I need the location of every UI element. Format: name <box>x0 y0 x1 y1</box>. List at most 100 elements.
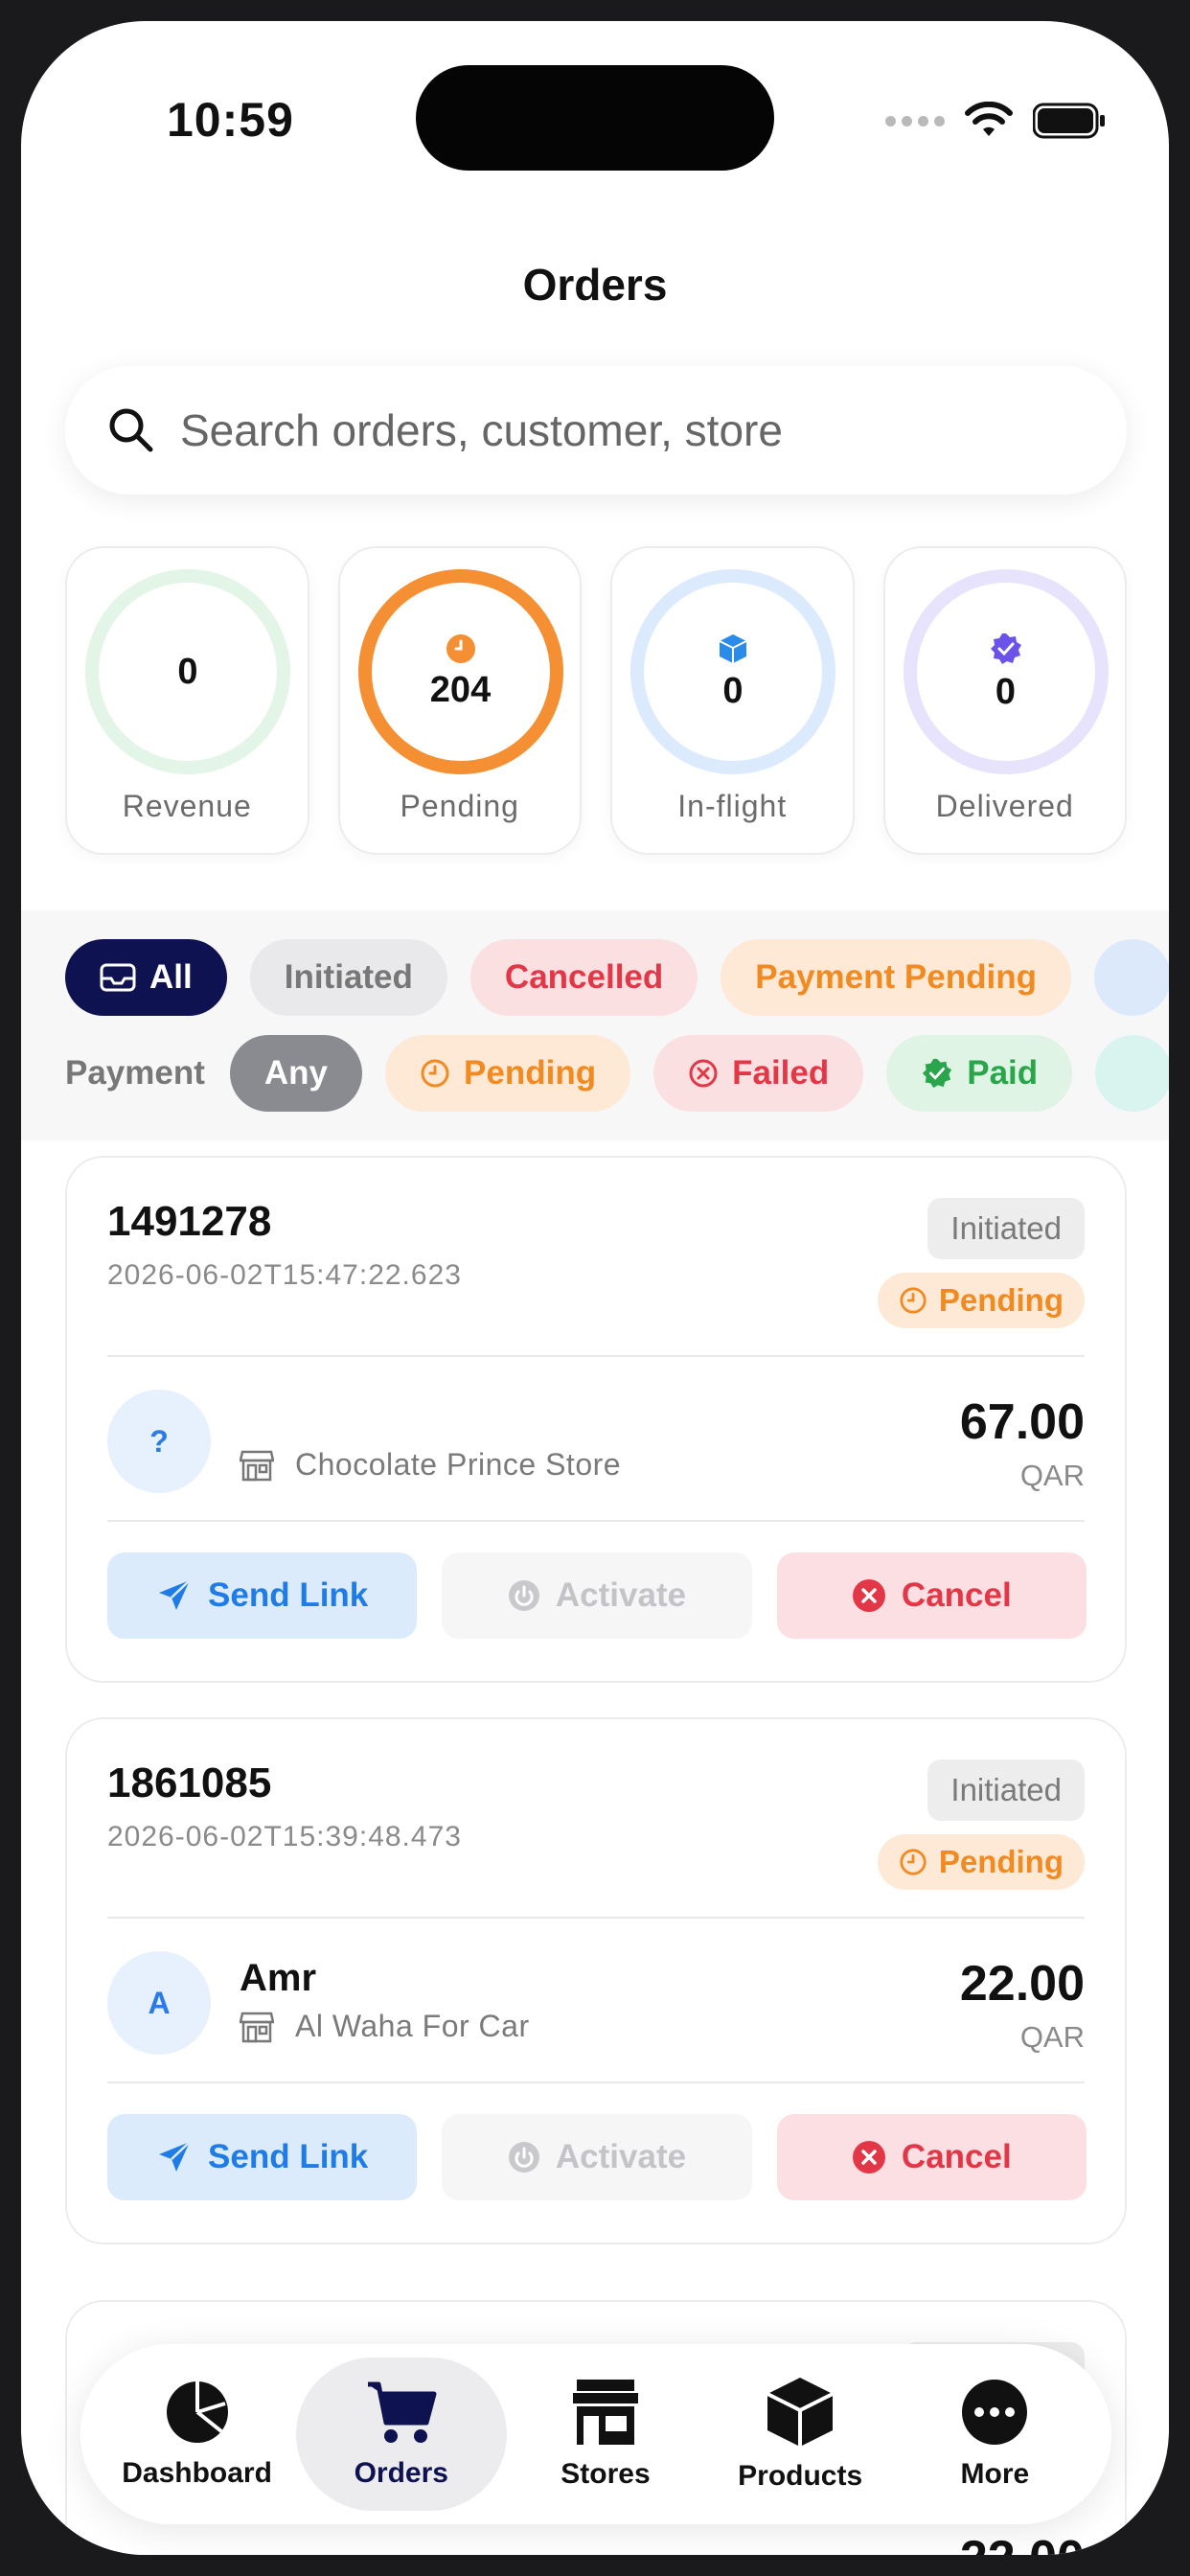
x-circle-icon <box>852 1579 885 1612</box>
filter-chip-payment-pending[interactable]: Payment Pending <box>721 939 1071 1016</box>
stat-card-revenue[interactable]: 0 Revenue <box>65 546 309 855</box>
verified-badge-icon <box>923 1058 952 1089</box>
order-actions: Send Link Activate Cancel <box>107 2114 1087 2200</box>
stat-card-pending[interactable]: 204 Pending <box>337 546 582 855</box>
search-input[interactable] <box>180 404 1042 456</box>
status-filter-row: All Initiated Cancelled Payment Pending <box>65 939 1169 1016</box>
activate-button[interactable]: Activate <box>442 1552 752 1639</box>
stat-value: 0 <box>995 671 1017 712</box>
filter-chip-more[interactable] <box>1093 939 1169 1016</box>
order-timestamp: 2026-06-02T15:39:48.473 <box>107 1821 462 1852</box>
order-currency: QAR <box>1019 2020 1085 2054</box>
tab-orders[interactable]: Orders <box>295 2358 507 2511</box>
filter-chip-all[interactable]: All <box>65 939 227 1016</box>
stats-row: 0 Revenue 204 Pending 0 In-flight 0 Deli… <box>65 546 1127 855</box>
search-icon <box>109 408 153 452</box>
store-name: Chocolate Prince Store <box>295 1447 622 1482</box>
tab-label: Dashboard <box>122 2457 272 2489</box>
order-amount: 22.00 <box>960 2530 1085 2555</box>
signal-dots-icon <box>885 115 945 126</box>
button-label: Cancel <box>901 1576 1012 1614</box>
tab-label: Orders <box>354 2457 448 2489</box>
tab-more[interactable]: More <box>899 2358 1090 2511</box>
filter-chip-cancelled[interactable]: Cancelled <box>469 939 698 1016</box>
store-line: Chocolate Prince Store <box>240 1447 621 1483</box>
order-currency: QAR <box>1019 1459 1085 1492</box>
payment-chip-pending[interactable]: Pending <box>385 1035 631 1112</box>
revenue-ring: 0 <box>85 569 290 774</box>
store-icon <box>572 2380 638 2445</box>
dynamic-island <box>416 65 774 171</box>
stat-value: 0 <box>722 670 744 711</box>
chip-label: Initiated <box>284 958 413 996</box>
order-card[interactable]: 1861085 2026-06-02T15:39:48.473 Initiate… <box>65 1717 1127 2244</box>
chip-label: Any <box>263 1054 329 1092</box>
stat-card-inflight[interactable]: 0 In-flight <box>610 546 855 855</box>
tab-stores[interactable]: Stores <box>510 2358 701 2511</box>
store-icon <box>240 2012 274 2042</box>
order-id: 1491278 <box>107 1198 272 1245</box>
paper-plane-icon <box>159 1579 191 1610</box>
pie-chart-icon <box>166 2381 228 2443</box>
payment-chip-paid[interactable]: Paid <box>886 1035 1073 1112</box>
send-link-button[interactable]: Send Link <box>107 2114 418 2200</box>
store-line: Al Waha For Car <box>240 2009 530 2044</box>
send-link-button[interactable]: Send Link <box>107 1552 418 1639</box>
paper-plane-icon <box>159 2141 191 2172</box>
tab-dashboard[interactable]: Dashboard <box>102 2358 293 2511</box>
clock-icon <box>421 1059 449 1088</box>
chip-label: Paid <box>967 1054 1039 1092</box>
stat-label: Pending <box>400 789 519 823</box>
order-amount: 22.00 <box>959 1956 1085 2012</box>
payment-chip-more[interactable] <box>1095 1035 1169 1112</box>
filter-chip-initiated[interactable]: Initiated <box>249 939 447 1016</box>
chip-label: Pending <box>464 1054 597 1092</box>
wifi-icon <box>965 102 1013 136</box>
order-status-badge: Initiated <box>927 1198 1085 1259</box>
tab-label: Products <box>738 2460 863 2492</box>
chip-label: Failed <box>732 1054 830 1092</box>
more-icon <box>962 2380 1028 2445</box>
stat-card-delivered[interactable]: 0 Delivered <box>882 546 1127 855</box>
button-label: Send Link <box>208 1576 369 1614</box>
payment-status-badge: Pending <box>877 1273 1085 1328</box>
inbox-icon <box>100 963 136 992</box>
status-time: 10:59 <box>167 93 294 147</box>
button-label: Activate <box>555 1576 687 1614</box>
chip-label: Payment Pending <box>755 958 1037 996</box>
clock-icon <box>446 633 475 663</box>
payment-chip-any[interactable]: Any <box>229 1035 363 1112</box>
avatar: ? <box>107 1390 211 1493</box>
search-bar[interactable] <box>65 366 1127 494</box>
stat-label: Delivered <box>935 789 1074 823</box>
filter-area: All Initiated Cancelled Payment Pending … <box>21 910 1169 1140</box>
payment-filter-label: Payment <box>65 1054 205 1092</box>
x-circle-icon <box>852 2141 885 2174</box>
verified-badge-icon <box>990 632 1021 664</box>
clock-icon <box>900 1849 927 1875</box>
battery-icon <box>1033 103 1105 139</box>
payment-status-badge: Pending <box>877 1834 1085 1890</box>
payment-chip-failed[interactable]: Failed <box>653 1035 864 1112</box>
cancel-button[interactable]: Cancel <box>776 1552 1087 1639</box>
tab-label: Stores <box>561 2458 651 2490</box>
tab-bar: Dashboard Orders Stores Products More <box>80 2344 1111 2524</box>
inflight-ring: 0 <box>630 569 835 774</box>
order-card[interactable]: 1491278 2026-06-02T15:47:22.623 Initiate… <box>65 1156 1127 1683</box>
divider <box>107 1520 1085 1522</box>
delivered-ring: 0 <box>903 569 1109 774</box>
cancel-button[interactable]: Cancel <box>776 2114 1087 2200</box>
payment-status-label: Pending <box>938 1282 1064 1318</box>
divider <box>107 1917 1085 1919</box>
screen: 10:59 Orders 0 Revenue <box>21 21 1169 2555</box>
cart-icon <box>367 2381 437 2443</box>
button-label: Activate <box>555 2138 687 2175</box>
status-icons <box>885 102 1106 140</box>
tab-products[interactable]: Products <box>704 2358 896 2511</box>
order-amount: 67.00 <box>959 1394 1085 1450</box>
activate-button[interactable]: Activate <box>442 2114 752 2200</box>
stat-value: 0 <box>177 651 198 692</box>
order-id: 1861085 <box>107 1760 272 1806</box>
stat-value: 204 <box>429 669 492 710</box>
box-icon <box>719 633 747 663</box>
